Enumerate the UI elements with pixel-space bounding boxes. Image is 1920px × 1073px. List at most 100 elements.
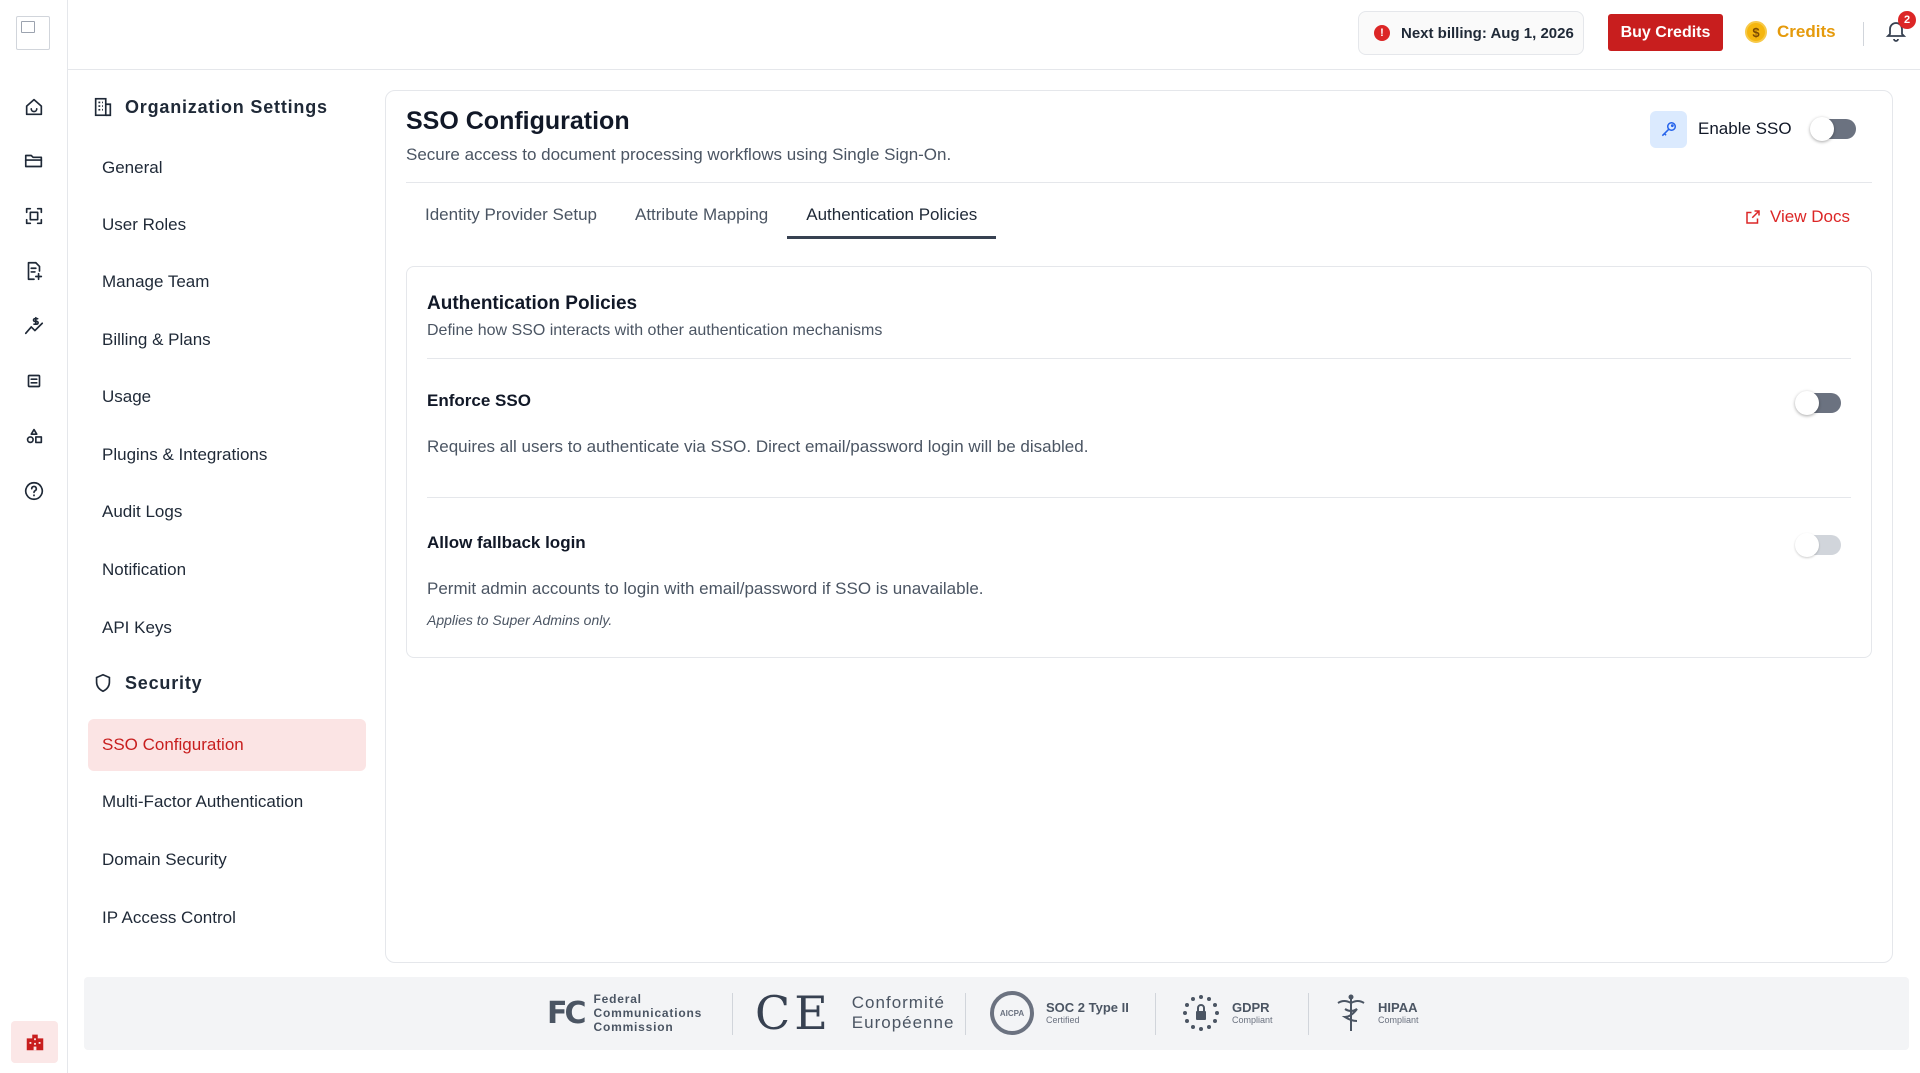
ce-logo: CE <box>755 986 832 1040</box>
fcc-line: Federal <box>593 992 642 1006</box>
section-subtitle: Define how SSO interacts with other auth… <box>427 322 883 339</box>
nav-item-label: SSO Configuration <box>102 735 244 754</box>
divider <box>406 182 1872 183</box>
nav-item-multi-factor-authentication[interactable]: Multi-Factor Authentication <box>88 776 366 828</box>
nav-item-label: API Keys <box>102 618 172 637</box>
gdpr-name: GDPR <box>1232 1000 1270 1015</box>
nav-item-audit-logs[interactable]: Audit Logs <box>88 486 366 538</box>
nav-item-general[interactable]: General <box>88 142 366 194</box>
fcc-line: Communications <box>593 1006 703 1020</box>
nav-item-domain-security[interactable]: Domain Security <box>88 834 366 886</box>
divider <box>1155 993 1156 1035</box>
notifications-button[interactable]: 2 <box>1884 11 1916 46</box>
enforce-sso-description: Requires all users to authenticate via S… <box>427 437 1089 456</box>
gdpr-badge: GDPR Compliant <box>1180 989 1273 1037</box>
dollar-chart-icon[interactable] <box>19 311 49 341</box>
nav-item-label: Multi-Factor Authentication <box>102 792 304 811</box>
scan-icon[interactable] <box>19 201 49 231</box>
fallback-login-description: Permit admin accounts to login with emai… <box>427 579 984 598</box>
alert-icon: ! <box>1374 25 1390 41</box>
notification-badge: 2 <box>1898 11 1916 29</box>
nav-item-sso-configuration[interactable]: SSO Configuration <box>88 719 366 771</box>
enforce-sso-toggle[interactable] <box>1795 391 1841 415</box>
nav-item-notification[interactable]: Notification <box>88 544 366 596</box>
top-bar: ! Next billing: Aug 1, 2026 Buy Credits … <box>68 0 1920 70</box>
compliance-badges: FC Federal Communications Commission CE … <box>84 977 1909 1050</box>
tab-authentication-policies[interactable]: Authentication Policies <box>787 199 997 239</box>
nav-item-label: General <box>102 158 163 177</box>
view-docs-label: View Docs <box>1770 207 1850 226</box>
settings-sidebar: Organization Settings General User Roles… <box>68 70 373 975</box>
sso-tabs: Identity Provider Setup Attribute Mappin… <box>406 199 997 239</box>
security-title: Security <box>125 672 203 693</box>
tab-attribute-mapping[interactable]: Attribute Mapping <box>616 199 787 239</box>
fallback-login-toggle[interactable] <box>1795 533 1841 557</box>
table-icon[interactable] <box>19 366 49 396</box>
billing-status: ! Next billing: Aug 1, 2026 <box>1358 11 1584 55</box>
shield-icon <box>95 673 111 693</box>
hipaa-name: HIPAA <box>1378 1000 1418 1015</box>
document-add-icon[interactable] <box>19 256 49 286</box>
fcc-logo: FC <box>547 995 586 1031</box>
nav-item-user-roles[interactable]: User Roles <box>88 199 366 251</box>
ce-line: Conformité <box>851 993 945 1012</box>
nav-item-label: Audit Logs <box>102 502 183 521</box>
nav-item-label: Notification <box>102 560 187 579</box>
coin-icon: $ <box>1745 21 1767 43</box>
enforce-sso-title: Enforce SSO <box>427 391 531 410</box>
nav-item-label: Usage <box>102 387 152 406</box>
divider <box>1308 993 1309 1035</box>
home-icon[interactable] <box>19 92 49 122</box>
nav-item-label: Manage Team <box>102 272 210 291</box>
soc2-badge: AICPA SOC 2 Type II Certified <box>990 989 1129 1037</box>
aicpa-seal-icon: AICPA <box>990 991 1034 1035</box>
help-circle-icon[interactable] <box>19 476 49 506</box>
gdpr-sub: Compliant <box>1232 1015 1273 1025</box>
tab-identity-provider-setup[interactable]: Identity Provider Setup <box>406 199 616 239</box>
folder-icon[interactable] <box>19 146 49 176</box>
external-link-icon <box>1746 210 1760 224</box>
fallback-login-note: Applies to Super Admins only. <box>427 612 613 628</box>
nav-item-label: IP Access Control <box>102 908 236 927</box>
divider <box>965 993 966 1035</box>
fallback-login-title: Allow fallback login <box>427 533 586 552</box>
section-title: Authentication Policies <box>427 293 638 314</box>
nav-item-api-keys[interactable]: API Keys <box>88 602 366 654</box>
nav-item-manage-team[interactable]: Manage Team <box>88 256 366 308</box>
nav-item-ip-access-control[interactable]: IP Access Control <box>88 892 366 944</box>
shapes-icon[interactable] <box>19 421 49 451</box>
sso-configuration-panel: SSO Configuration Secure access to docum… <box>385 90 1893 963</box>
buy-credits-button[interactable]: Buy Credits <box>1608 14 1723 51</box>
ce-line: Européenne <box>851 1013 955 1032</box>
view-docs-link[interactable]: View Docs <box>1744 205 1850 229</box>
divider <box>1863 22 1864 46</box>
key-icon <box>1650 110 1687 148</box>
nav-item-label: Billing & Plans <box>102 330 211 349</box>
icon-rail <box>0 0 68 1073</box>
credits-button[interactable]: $ Credits <box>1745 20 1836 44</box>
enable-sso-toggle[interactable] <box>1809 117 1856 141</box>
divider <box>427 497 1851 498</box>
nav-item-billing-plans[interactable]: Billing & Plans <box>88 314 366 366</box>
credits-label: Credits <box>1777 22 1836 41</box>
soc2-sub: Certified <box>1046 1015 1080 1025</box>
nav-item-usage[interactable]: Usage <box>88 371 366 423</box>
enable-sso-label: Enable SSO <box>1698 119 1792 138</box>
nav-item-label: User Roles <box>102 215 187 234</box>
eu-stars-lock-icon <box>1183 995 1219 1031</box>
page-title: SSO Configuration <box>406 107 630 135</box>
hipaa-badge: HIPAA Compliant <box>1334 989 1419 1037</box>
authentication-policies-card: Authentication Policies Define how SSO i… <box>406 266 1872 658</box>
app-logo[interactable] <box>16 16 50 50</box>
enable-sso-control: Enable SSO <box>1650 110 1856 148</box>
organization-icon[interactable] <box>11 1021 58 1063</box>
soc2-name: SOC 2 Type II <box>1046 1000 1129 1015</box>
divider <box>732 993 733 1035</box>
security-heading: Security <box>92 668 202 698</box>
fcc-line: Commission <box>593 1020 674 1034</box>
ce-badge: CE Conformité Européenne <box>755 986 955 1040</box>
seal-text: AICPA <box>999 1008 1025 1018</box>
nav-item-plugins-integrations[interactable]: Plugins & Integrations <box>88 429 366 481</box>
page-subtitle: Secure access to document processing wor… <box>406 145 952 164</box>
nav-item-label: Domain Security <box>102 850 227 869</box>
